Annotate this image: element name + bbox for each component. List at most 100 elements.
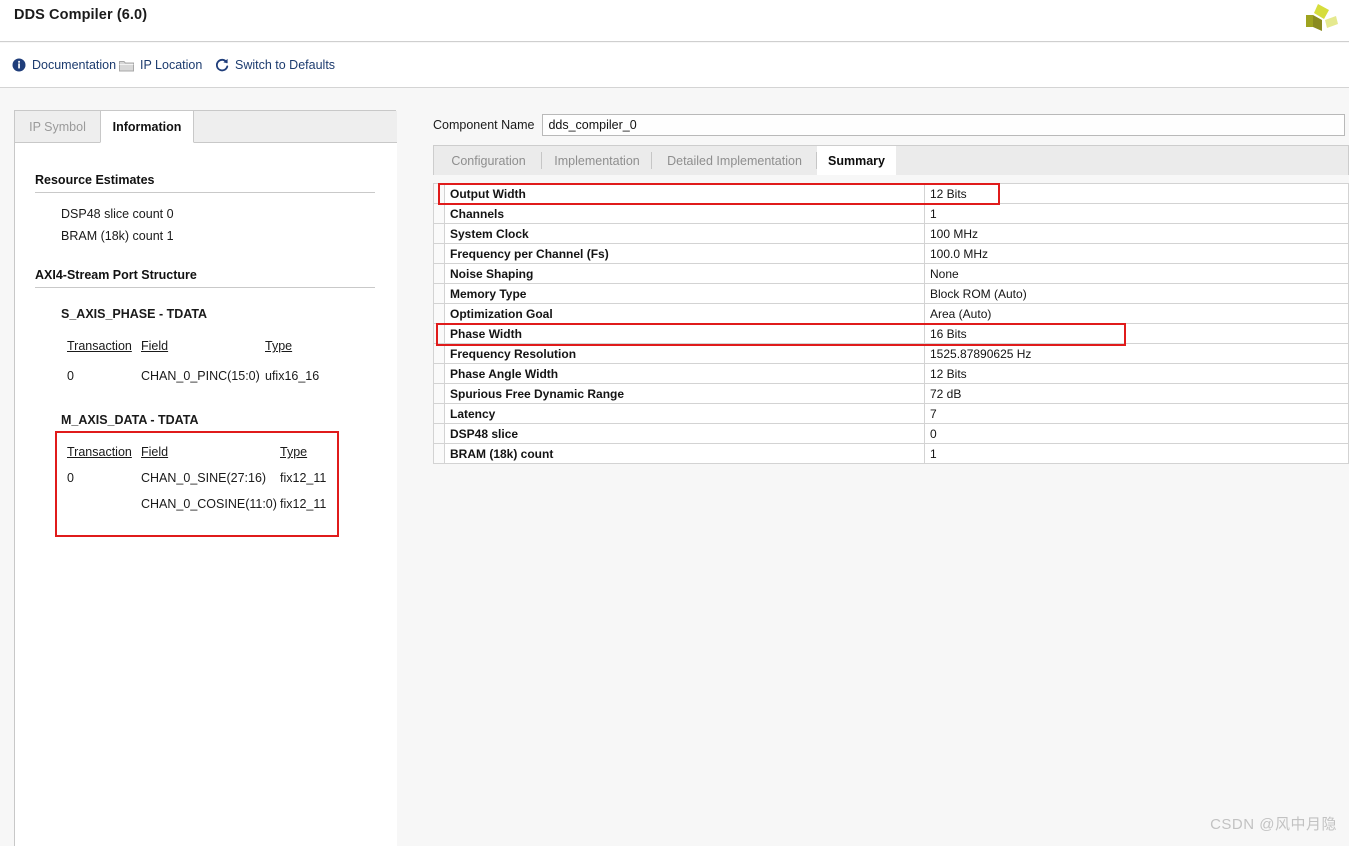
summary-value: 100 MHz xyxy=(924,223,1349,244)
summary-key: Optimization Goal xyxy=(444,303,925,324)
ip-location-button[interactable]: IP Location xyxy=(119,55,202,75)
dsp48-slice-count-text: DSP48 slice count 0 xyxy=(61,207,174,221)
component-name-value: dds_compiler_0 xyxy=(548,118,637,132)
resource-estimates-heading: Resource Estimates xyxy=(35,173,155,187)
summary-key: BRAM (18k) count xyxy=(444,443,925,464)
row-gutter xyxy=(433,383,445,404)
folder-icon xyxy=(119,60,134,71)
m-axis-data-header-type: Type xyxy=(280,445,308,459)
right-tabstrip: Configuration Implementation Detailed Im… xyxy=(433,145,1349,175)
s-axis-phase-title: S_AXIS_PHASE - TDATA xyxy=(61,307,208,321)
window-titlebar: DDS Compiler (6.0) xyxy=(0,0,1349,42)
m-axis-data-header-transaction: Transaction xyxy=(67,445,132,459)
m-axis-data-row2-type: fix12_11 xyxy=(280,497,327,511)
s-axis-phase-header-field: Field xyxy=(141,339,169,353)
right-panel: Component Name dds_compiler_0 Configurat… xyxy=(424,105,1349,846)
summary-key: Frequency per Channel (Fs) xyxy=(444,243,925,264)
table-row: DSP48 slice 0 xyxy=(433,423,1349,444)
summary-value: 0 xyxy=(924,423,1349,444)
m-axis-data-title: M_AXIS_DATA - TDATA xyxy=(61,413,199,427)
tab-configuration[interactable]: Configuration xyxy=(435,146,542,175)
documentation-label: Documentation xyxy=(32,58,117,72)
component-name-label: Component Name xyxy=(433,118,535,132)
table-row: Channels 1 xyxy=(433,203,1349,224)
dds-compiler-window: DDS Compiler (6.0) Documentation IP Loca… xyxy=(0,0,1349,846)
row-gutter xyxy=(433,243,445,264)
csdn-watermark: CSDN @风中月隐 xyxy=(1210,816,1337,833)
s-axis-phase-row-field: CHAN_0_PINC(15:0) xyxy=(141,369,260,383)
component-name-row: Component Name dds_compiler_0 xyxy=(433,114,1346,136)
table-row: Latency 7 xyxy=(433,403,1349,424)
row-gutter xyxy=(433,363,445,384)
table-row: Frequency Resolution 1525.87890625 Hz xyxy=(433,343,1349,364)
summary-table-body: Output Width 12 Bits Channels 1 System C… xyxy=(433,183,1349,464)
component-name-input[interactable]: dds_compiler_0 xyxy=(542,114,1346,136)
info-icon xyxy=(12,58,26,72)
summary-key: DSP48 slice xyxy=(444,423,925,444)
row-gutter xyxy=(433,263,445,284)
summary-value: 12 Bits xyxy=(924,183,1349,204)
tab-configuration-label: Configuration xyxy=(451,153,526,168)
summary-value: Area (Auto) xyxy=(924,303,1349,324)
table-row: Spurious Free Dynamic Range 72 dB xyxy=(433,383,1349,404)
m-axis-data-row1-type: fix12_11 xyxy=(280,471,327,485)
tab-detailed-implementation-label: Detailed Implementation xyxy=(667,153,802,168)
page-title: DDS Compiler (6.0) xyxy=(14,7,148,23)
tab-information-label: Information xyxy=(112,119,182,134)
port-structure-heading: AXI4-Stream Port Structure xyxy=(35,268,197,282)
table-row: Output Width 12 Bits xyxy=(433,183,1349,204)
table-row: Optimization Goal Area (Auto) xyxy=(433,303,1349,324)
ip-location-label: IP Location xyxy=(140,58,203,72)
table-row: Noise Shaping None xyxy=(433,263,1349,284)
switch-to-defaults-label: Switch to Defaults xyxy=(235,58,336,72)
table-row: Phase Width 16 Bits xyxy=(433,323,1349,344)
port-structure-rule xyxy=(35,287,375,288)
summary-value: 16 Bits xyxy=(924,323,1349,344)
tab-ip-symbol[interactable]: IP Symbol xyxy=(15,111,100,143)
row-gutter xyxy=(433,283,445,304)
summary-key: Frequency Resolution xyxy=(444,343,925,364)
summary-key: System Clock xyxy=(444,223,925,244)
tab-summary[interactable]: Summary xyxy=(817,146,896,175)
tab-information[interactable]: Information xyxy=(100,111,194,143)
summary-value: Block ROM (Auto) xyxy=(924,283,1349,304)
s-axis-phase-row-transaction: 0 xyxy=(67,369,74,383)
m-axis-data-row1-transaction: 0 xyxy=(67,471,74,485)
summary-key: Spurious Free Dynamic Range xyxy=(444,383,925,404)
tab-summary-label: Summary xyxy=(828,153,885,168)
summary-key: Output Width xyxy=(444,183,925,204)
left-panel: IP Symbol Information Resource Estimates… xyxy=(14,110,397,846)
refresh-icon xyxy=(216,58,229,72)
titlebar-divider xyxy=(0,41,1349,42)
table-row: Phase Angle Width 12 Bits xyxy=(433,363,1349,384)
toolbar: Documentation IP Location Switch to Defa… xyxy=(0,43,1349,88)
s-axis-phase-header-type: Type xyxy=(265,339,293,353)
toolbar-divider xyxy=(0,87,1349,88)
summary-key: Memory Type xyxy=(444,283,925,304)
s-axis-phase-row-type: ufix16_16 xyxy=(265,369,320,383)
tab-ip-symbol-label: IP Symbol xyxy=(29,120,86,134)
m-axis-data-row2-field: CHAN_0_COSINE(11:0) xyxy=(141,497,277,511)
summary-key: Phase Width xyxy=(444,323,925,344)
summary-key: Phase Angle Width xyxy=(444,363,925,384)
s-axis-phase-header-transaction: Transaction xyxy=(67,339,132,353)
summary-key: Noise Shaping xyxy=(444,263,925,284)
row-gutter xyxy=(433,203,445,224)
row-gutter xyxy=(433,443,445,464)
switch-to-defaults-button[interactable]: Switch to Defaults xyxy=(215,55,335,75)
row-gutter xyxy=(433,303,445,324)
tab-detailed-implementation[interactable]: Detailed Implementation xyxy=(652,146,817,175)
summary-value: 7 xyxy=(924,403,1349,424)
bram-count-text: BRAM (18k) count 1 xyxy=(61,229,174,243)
table-row: System Clock 100 MHz xyxy=(433,223,1349,244)
summary-value: 12 Bits xyxy=(924,363,1349,384)
summary-value: 1525.87890625 Hz xyxy=(924,343,1349,364)
documentation-button[interactable]: Documentation xyxy=(12,55,116,75)
row-gutter xyxy=(433,183,445,204)
summary-table: Output Width 12 Bits Channels 1 System C… xyxy=(433,183,1349,464)
summary-value: 1 xyxy=(924,443,1349,464)
summary-value: 1 xyxy=(924,203,1349,224)
m-axis-data-row1-field: CHAN_0_SINE(27:16) xyxy=(141,471,267,485)
summary-key: Latency xyxy=(444,403,925,424)
tab-implementation[interactable]: Implementation xyxy=(542,146,652,175)
